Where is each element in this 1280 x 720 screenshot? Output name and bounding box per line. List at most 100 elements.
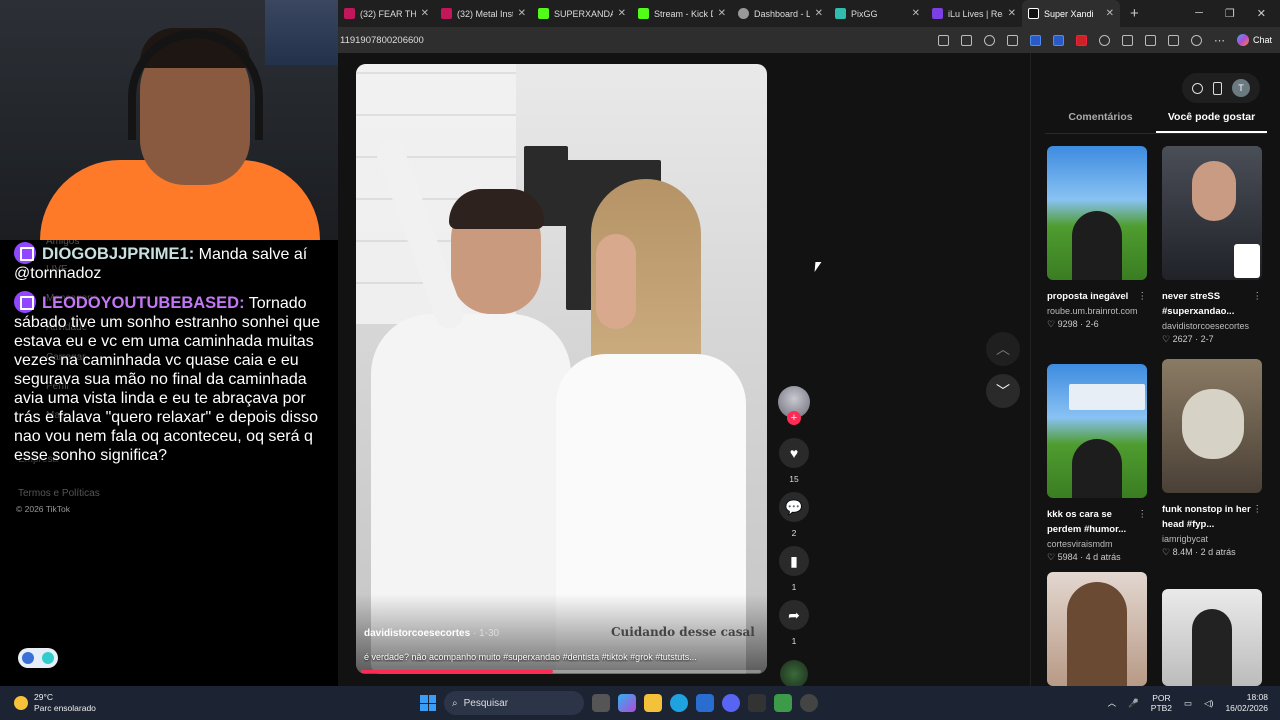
compass-icon[interactable] xyxy=(1192,82,1203,94)
profile-icon[interactable] xyxy=(1190,34,1202,46)
recommended-video-card[interactable] xyxy=(1162,589,1262,686)
tab-super-xandi[interactable]: Super Xandi ✕ xyxy=(1022,0,1120,27)
download-icon[interactable] xyxy=(1167,34,1179,46)
extension-icon[interactable] xyxy=(1006,34,1018,46)
file-explorer-icon[interactable] xyxy=(644,694,662,712)
taskbar-search[interactable]: ⌕ Pesquisar xyxy=(444,691,584,715)
video-author[interactable]: davidistorcoesecortes xyxy=(364,628,470,639)
bookmark-icon[interactable]: ▮ xyxy=(779,546,809,576)
close-icon[interactable]: ✕ xyxy=(1106,8,1114,19)
copilot-app-icon[interactable] xyxy=(618,694,636,712)
video-thumbnail[interactable] xyxy=(1047,572,1147,686)
mobile-icon[interactable] xyxy=(1213,81,1222,95)
music-disc-icon[interactable] xyxy=(780,660,808,688)
card-title[interactable]: proposta inegável ⋮ xyxy=(1047,289,1147,304)
maximize-button[interactable]: ❐ xyxy=(1225,7,1235,20)
new-tab-button[interactable]: + xyxy=(1120,5,1149,22)
translate-icon[interactable] xyxy=(960,34,972,46)
close-icon[interactable]: ✕ xyxy=(518,8,526,19)
close-icon[interactable]: ✕ xyxy=(815,8,823,19)
collections-icon[interactable] xyxy=(1144,34,1156,46)
card-author[interactable]: davidistorcoesecortes xyxy=(1162,321,1262,331)
card-title[interactable]: kkk os cara se perdem #humor... ⋮ xyxy=(1047,507,1147,537)
epic-games-icon[interactable] xyxy=(748,694,766,712)
user-avatar[interactable]: T xyxy=(1232,79,1250,97)
weather-widget[interactable]: 29°C Parc ensolarado xyxy=(0,692,300,714)
video-player[interactable]: Cuidando desse casal davidistorcoesecort… xyxy=(356,64,767,674)
minimize-button[interactable]: ─ xyxy=(1195,7,1203,20)
volume-icon[interactable]: ◁) xyxy=(1204,698,1213,709)
close-icon[interactable]: ✕ xyxy=(618,8,626,19)
bitwarden-icon[interactable] xyxy=(1029,34,1041,46)
tab-pixgg[interactable]: PixGG ✕ xyxy=(829,0,926,27)
comment-icon[interactable]: 💬 xyxy=(779,492,809,522)
language-indicator[interactable]: POR PTB2 xyxy=(1151,693,1172,713)
url-field[interactable]: 1191907800206600 xyxy=(338,35,424,46)
tab-fear[interactable]: (32) FEAR TH ✕ xyxy=(338,0,435,27)
discord-icon[interactable] xyxy=(722,694,740,712)
store-icon[interactable] xyxy=(696,694,714,712)
tab-superxandao[interactable]: SUPERXANDAO S ✕ xyxy=(532,0,632,27)
network-icon[interactable]: ▭ xyxy=(1184,698,1192,709)
task-view-icon[interactable] xyxy=(592,694,610,712)
next-video-button[interactable]: ﹀ xyxy=(986,374,1020,408)
edge-icon[interactable] xyxy=(670,694,688,712)
play-icon xyxy=(22,652,34,664)
recommended-video-card[interactable]: never streSS #superxandao... ⋮ davidistor… xyxy=(1162,146,1262,345)
tab-you-may-like[interactable]: Você pode gostar xyxy=(1156,109,1267,133)
copilot-chat-button[interactable]: Chat xyxy=(1236,34,1272,46)
recommended-video-card[interactable]: funk nonstop in her head #fyp... ⋮ iamrig… xyxy=(1162,359,1262,558)
more-options-icon[interactable]: ⋮ xyxy=(1138,289,1148,304)
card-meta: ♡ 9298 · 2-6 xyxy=(1047,319,1099,329)
red-extension-icon[interactable] xyxy=(1075,34,1087,46)
obs-icon[interactable] xyxy=(800,694,818,712)
card-author[interactable]: roube.um.brainrot.com xyxy=(1047,306,1147,316)
tray-overflow-icon[interactable]: ︿ xyxy=(1108,697,1117,709)
card-title[interactable]: funk nonstop in her head #fyp... ⋮ xyxy=(1162,502,1262,532)
translate-extension-icon[interactable] xyxy=(1052,34,1064,46)
share-icon[interactable]: ➦ xyxy=(779,600,809,630)
windows-start-icon[interactable] xyxy=(420,695,436,711)
video-thumbnail[interactable] xyxy=(1047,364,1147,498)
floating-toggle-button[interactable] xyxy=(18,648,58,668)
video-thumbnail[interactable] xyxy=(1162,359,1262,493)
heart-icon[interactable]: ♥ xyxy=(779,438,809,468)
video-thumbnail[interactable] xyxy=(1047,146,1147,280)
app-install-icon[interactable] xyxy=(937,34,949,46)
close-icon[interactable]: ✕ xyxy=(421,8,429,19)
card-author[interactable]: cortesviraismdm xyxy=(1047,539,1147,549)
tab-dashboard[interactable]: Dashboard - Live ✕ xyxy=(732,0,829,27)
video-progress-bar[interactable] xyxy=(361,670,761,673)
follow-button[interactable]: + xyxy=(787,411,801,425)
more-menu-icon[interactable]: ⋯ xyxy=(1214,34,1225,47)
tab-comments[interactable]: Comentários xyxy=(1045,109,1156,133)
sidebar-link-terms[interactable]: Termos e Políticas xyxy=(18,488,100,499)
tab-metal[interactable]: (32) Metal Instru ✕ xyxy=(435,0,532,27)
author-avatar[interactable]: + xyxy=(778,386,810,425)
split-screen-icon[interactable] xyxy=(1121,34,1133,46)
app-icon[interactable] xyxy=(774,694,792,712)
recommended-video-card[interactable] xyxy=(1047,572,1147,686)
recommended-video-card[interactable]: proposta inegável ⋮ roube.um.brainrot.com… xyxy=(1047,146,1147,330)
clock[interactable]: 18:08 16/02/2026 xyxy=(1225,692,1268,714)
more-options-icon[interactable]: ⋮ xyxy=(1253,502,1263,517)
close-window-button[interactable]: ✕ xyxy=(1257,7,1266,20)
favorite-star-icon[interactable] xyxy=(983,34,995,46)
card-title[interactable]: never streSS #superxandao... ⋮ xyxy=(1162,289,1262,319)
close-icon[interactable]: ✕ xyxy=(718,8,726,19)
previous-video-button[interactable]: ︿ xyxy=(986,332,1020,366)
close-icon[interactable]: ✕ xyxy=(912,8,920,19)
card-author[interactable]: iamrigbycat xyxy=(1162,534,1262,544)
puzzle-icon[interactable] xyxy=(1098,34,1110,46)
clock-time: 18:08 xyxy=(1246,692,1268,702)
microphone-icon[interactable]: 🎤 xyxy=(1128,698,1139,709)
video-thumbnail[interactable] xyxy=(1162,589,1262,686)
video-author-line[interactable]: davidistorcoesecortes · 1-30 xyxy=(364,628,499,639)
tab-kick-stream[interactable]: Stream - Kick Da ✕ xyxy=(632,0,732,27)
recommended-video-card[interactable]: kkk os cara se perdem #humor... ⋮ cortesv… xyxy=(1047,364,1147,563)
close-icon[interactable]: ✕ xyxy=(1008,8,1016,19)
tab-ilu-lives[interactable]: iLu Lives | React ✕ xyxy=(926,0,1022,27)
more-options-icon[interactable]: ⋮ xyxy=(1138,507,1148,522)
video-thumbnail[interactable] xyxy=(1162,146,1262,280)
more-options-icon[interactable]: ⋮ xyxy=(1253,289,1263,304)
